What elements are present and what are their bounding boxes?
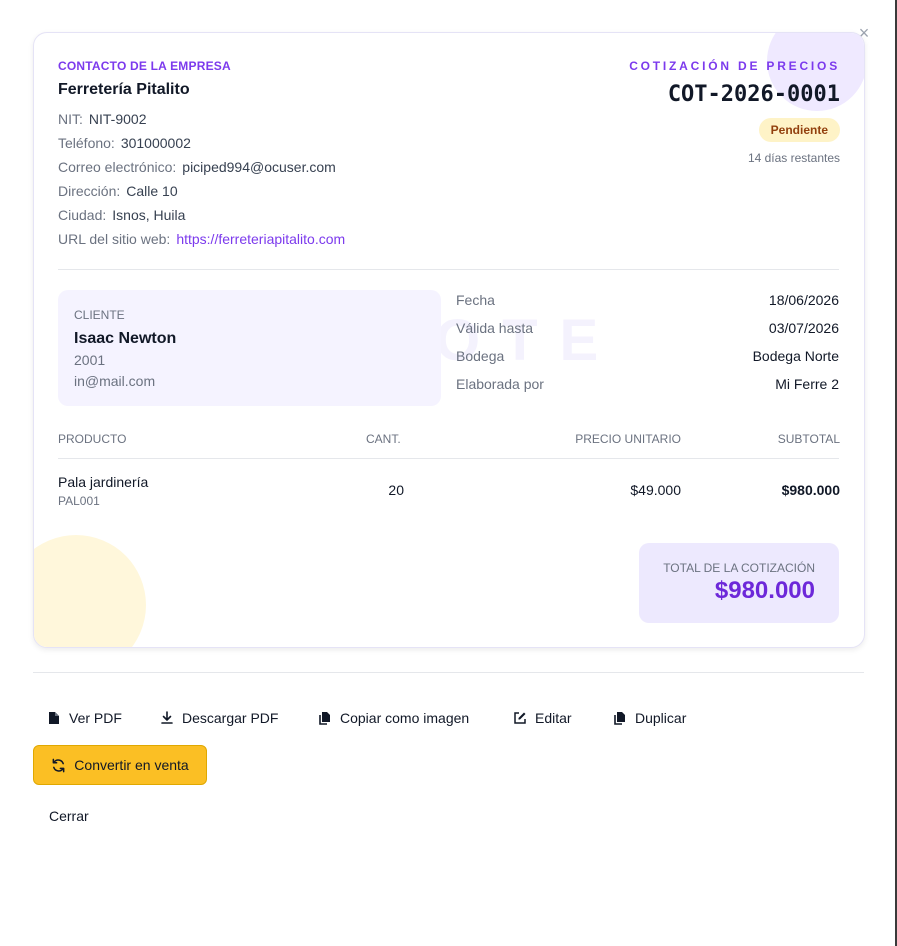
company-website-row: URL del sitio web: https://ferreteriapita… [58, 231, 345, 247]
download-pdf-button[interactable]: Descargar PDF [160, 708, 278, 728]
table-header-qty: CANT. [366, 432, 401, 446]
view-pdf-button[interactable]: Ver PDF [47, 708, 122, 728]
edit-button[interactable]: Editar [513, 708, 572, 728]
convert-to-sale-label: Convertir en venta [74, 757, 189, 773]
decorative-circle-yellow [34, 535, 146, 647]
edit-label: Editar [535, 710, 572, 726]
table-header-product: PRODUCTO [58, 432, 127, 446]
copy-icon [319, 712, 330, 725]
table-header-subtotal: SUBTOTAL [777, 432, 840, 446]
total-label: TOTAL DE LA COTIZACIÓN [663, 561, 815, 575]
item-unit-price: $49.000 [630, 482, 681, 498]
duplicate-icon [614, 712, 625, 725]
author-value: Mi Ferre 2 [775, 376, 839, 392]
footer-divider [33, 672, 864, 673]
edit-icon [514, 712, 526, 724]
date-value: 18/06/2026 [768, 292, 839, 308]
client-email: in@mail.com [74, 373, 156, 389]
company-city-row: Ciudad: Isnos, Huila [58, 207, 185, 223]
item-qty: 20 [388, 482, 404, 498]
quote-number: COT-2026-0001 [667, 82, 840, 107]
company-email-row: Correo electrónico: piciped994@ocuser.com [58, 159, 336, 175]
file-icon [49, 712, 59, 724]
client-id: 2001 [74, 352, 106, 368]
table-header-divider [58, 458, 839, 459]
refresh-icon [52, 758, 65, 772]
close-button[interactable]: Cerrar [49, 808, 89, 824]
valid-value: 03/07/2026 [768, 320, 839, 336]
website-link[interactable]: https://ferreteriapitalito.com [176, 231, 345, 247]
website-label: URL del sitio web: [58, 231, 171, 247]
client-label: CLIENTE [74, 308, 125, 322]
section-divider [58, 269, 839, 270]
download-icon [161, 711, 173, 724]
warehouse-label: Bodega [456, 348, 505, 364]
table-header-unit-price: PRECIO UNITARIO [575, 432, 681, 446]
duplicate-label: Duplicar [635, 710, 687, 726]
company-section-label: CONTACTO DE LA EMPRESA [58, 59, 231, 73]
phone-value: 301000002 [120, 135, 191, 151]
company-phone-row: Teléfono: 301000002 [58, 135, 191, 151]
nit-label: NIT: [58, 111, 83, 127]
company-address-row: Dirección: Calle 10 [58, 183, 178, 199]
quote-card: QUOTE CONTACTO DE LA EMPRESA Ferretería … [33, 32, 865, 648]
total-box: TOTAL DE LA COTIZACIÓN $980.000 [639, 543, 839, 623]
warehouse-value: Bodega Norte [752, 348, 839, 364]
phone-label: Teléfono: [58, 135, 115, 151]
city-value: Isnos, Huila [112, 207, 186, 223]
date-label: Fecha [456, 292, 495, 308]
convert-to-sale-button[interactable]: Convertir en venta [33, 745, 207, 785]
copy-image-button[interactable]: Copiar como imagen [318, 708, 469, 728]
days-remaining: 14 días restantes [747, 151, 840, 165]
address-value: Calle 10 [126, 183, 178, 199]
item-subtotal: $980.000 [781, 482, 840, 498]
item-code: PAL001 [58, 494, 100, 508]
status-badge: Pendiente [758, 118, 840, 142]
valid-label: Válida hasta [456, 320, 534, 336]
item-name: Pala jardinería [58, 474, 149, 490]
company-nit-row: NIT: NIT-9002 [58, 111, 146, 127]
company-name: Ferretería Pitalito [58, 81, 190, 98]
city-label: Ciudad: [58, 207, 107, 223]
email-label: Correo electrónico: [58, 159, 177, 175]
download-pdf-label: Descargar PDF [182, 710, 279, 726]
author-label: Elaborada por [456, 376, 544, 392]
email-value: piciped994@ocuser.com [182, 159, 336, 175]
total-value: $980.000 [714, 577, 815, 604]
client-name: Isaac Newton [74, 330, 177, 347]
copy-image-label: Copiar como imagen [340, 710, 470, 726]
quote-section-label: COTIZACIÓN DE PRECIOS [629, 59, 840, 73]
nit-value: NIT-9002 [88, 111, 147, 127]
address-label: Dirección: [58, 183, 121, 199]
client-box: CLIENTE Isaac Newton 2001 in@mail.com [58, 290, 441, 406]
duplicate-button[interactable]: Duplicar [613, 708, 686, 728]
view-pdf-label: Ver PDF [69, 710, 122, 726]
